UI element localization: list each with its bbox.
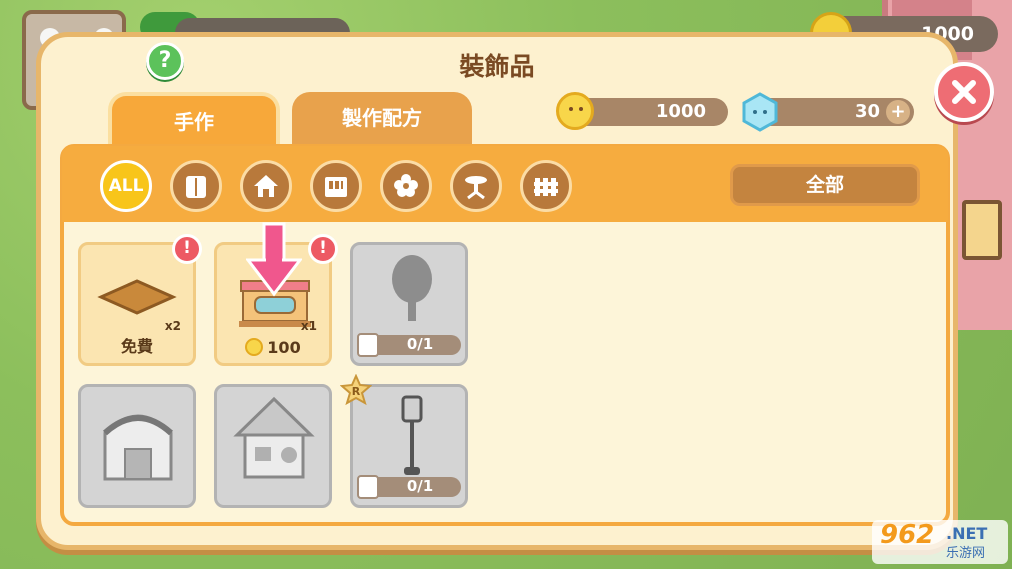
lamp-mini-icon (357, 475, 379, 499)
site-watermark: 962 .NET 乐游网 (872, 520, 1008, 564)
tree-mini-icon (357, 333, 379, 357)
category-flower-button[interactable] (380, 160, 432, 212)
tab-recipe[interactable]: 製作配方 (292, 92, 472, 148)
category-table-button[interactable] (450, 160, 502, 212)
coin-eye-left (569, 107, 573, 111)
help-button[interactable]: ? (146, 42, 184, 80)
item-progress-text: 0/1 (406, 335, 434, 353)
add-gems-button[interactable]: + (886, 100, 910, 124)
rare-badge-icon: R (340, 374, 372, 406)
wardrobe-icon (186, 176, 206, 198)
rare-badge-label: R (352, 385, 361, 398)
item-progress: 0/1 (357, 333, 461, 357)
item-progress-text: 0/1 (406, 477, 434, 495)
alert-badge: ! (308, 234, 338, 264)
item-price-value: 100 (267, 338, 301, 357)
category-all-button[interactable]: ALL (100, 160, 152, 212)
coin-icon (245, 338, 264, 356)
background-sign (962, 200, 1002, 260)
category-house-button[interactable] (240, 160, 292, 212)
category-wardrobe-button[interactable] (170, 160, 222, 212)
street-lamp-icon (401, 395, 423, 475)
cottage-icon (233, 396, 315, 479)
tree-icon (392, 255, 432, 321)
item-card-tree[interactable]: 0/1 (350, 242, 468, 366)
table-icon (465, 176, 487, 200)
alert-badge: ! (172, 234, 202, 264)
item-qty: x2 (164, 319, 181, 333)
close-button[interactable] (934, 62, 994, 122)
category-shop-button[interactable] (310, 160, 362, 212)
gem-icon (742, 92, 778, 132)
barn-icon (102, 414, 174, 481)
shop-front-icon (325, 177, 347, 197)
gem-balance-value: 30 (854, 101, 880, 122)
watermark-site: 乐游网 (946, 546, 986, 561)
item-qty: x1 (300, 319, 317, 333)
category-fence-button[interactable] (520, 160, 572, 212)
fence-icon (534, 178, 558, 196)
dirt-patch-icon (97, 279, 177, 315)
item-card-cottage[interactable] (214, 384, 332, 508)
tab-handmade[interactable]: 手作 (108, 92, 280, 148)
coin-icon (556, 92, 594, 130)
flower-icon (394, 174, 418, 197)
item-price: 100 (217, 338, 329, 357)
coin-eye-right (579, 107, 583, 111)
house-icon (254, 175, 278, 197)
item-card-barn[interactable] (78, 384, 196, 508)
filter-all-button[interactable]: 全部 (730, 164, 920, 206)
watermark-domain: .NET (946, 524, 988, 543)
item-name: 免費 (120, 337, 153, 356)
item-progress: 0/1 (357, 475, 461, 499)
coin-balance-value: 1000 (655, 101, 706, 122)
watermark-brand: 962 (880, 520, 935, 550)
pointer-arrow-icon (246, 222, 302, 297)
close-icon (952, 80, 976, 104)
